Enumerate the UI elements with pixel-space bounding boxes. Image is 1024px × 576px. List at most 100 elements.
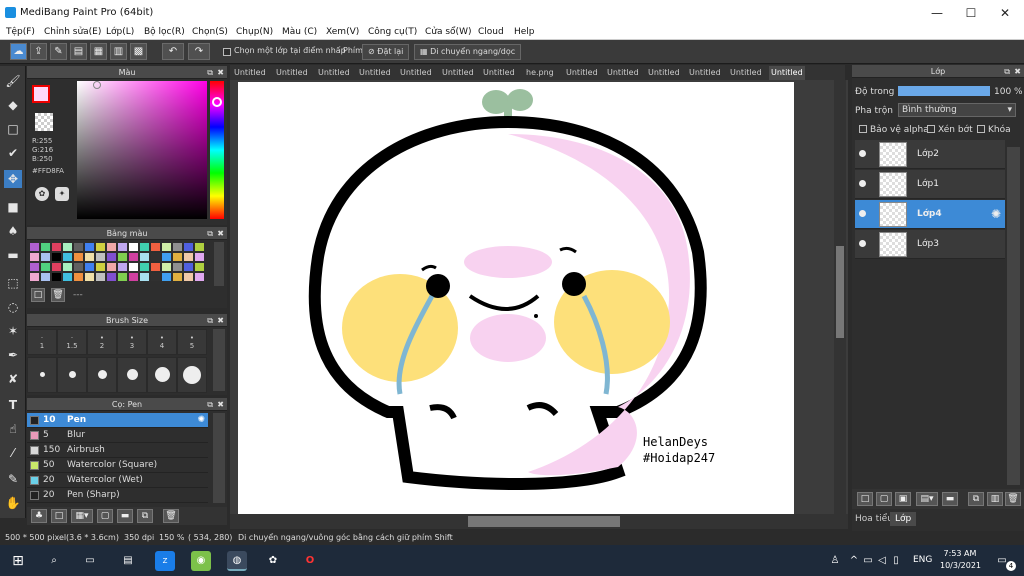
gear-icon[interactable]: ✺ xyxy=(197,413,205,427)
zalo-icon[interactable]: Z xyxy=(155,551,175,571)
battery-icon[interactable]: ▯ xyxy=(890,551,902,571)
brush-size-cell[interactable] xyxy=(177,357,207,393)
document-icon[interactable]: ▦ xyxy=(90,43,107,60)
new-document-icon[interactable]: ▤ xyxy=(70,43,87,60)
menu-edit[interactable]: Chỉnh sửa(E) xyxy=(44,27,101,37)
color-swatch[interactable] xyxy=(30,253,39,261)
color-swatch[interactable] xyxy=(96,253,105,261)
menu-cloud[interactable]: Cloud xyxy=(478,27,504,37)
duplicate-icon[interactable]: ⧉ xyxy=(137,509,153,523)
reset-button[interactable]: ⊘ Đặt lại xyxy=(362,44,410,60)
brush-size-cell[interactable] xyxy=(117,357,147,393)
color-swatch[interactable] xyxy=(63,243,72,251)
color-swatch[interactable] xyxy=(107,243,116,251)
horizontal-scrollbar[interactable] xyxy=(230,514,848,529)
dropper-tool-icon[interactable]: ⁄ xyxy=(4,444,22,462)
close-icon[interactable]: ✖ xyxy=(1014,65,1021,78)
hue-slider[interactable] xyxy=(210,81,224,219)
select-pen-icon[interactable]: ✒ xyxy=(4,346,22,364)
paint-icon[interactable]: ✿ xyxy=(263,551,283,571)
gear-icon[interactable]: ✺ xyxy=(991,207,1001,221)
menu-color[interactable]: Màu (C) xyxy=(282,27,317,37)
color-swatch[interactable] xyxy=(195,243,204,251)
redo-icon[interactable]: ↷ xyxy=(188,43,210,60)
tab-document[interactable]: Untitled xyxy=(398,66,434,80)
brush-list-scrollbar[interactable] xyxy=(213,413,225,503)
color-swatch[interactable] xyxy=(96,263,105,271)
brush-item[interactable]: 20 Watercolor (Wet) xyxy=(27,473,208,488)
color-swatch[interactable] xyxy=(162,273,171,281)
eraser-tool-icon[interactable]: ◆ xyxy=(4,96,22,114)
cloud-icon[interactable]: ☁ xyxy=(10,43,27,60)
menu-view[interactable]: Xem(V) xyxy=(326,27,359,37)
hand-tool-icon[interactable]: ✋ xyxy=(4,494,22,512)
brush-size-cell[interactable] xyxy=(57,357,87,393)
color-swatch[interactable] xyxy=(184,253,193,261)
color-swatch[interactable] xyxy=(96,243,105,251)
brush-tool-icon[interactable]: 🖌 xyxy=(4,72,22,90)
brush-add-menu-icon[interactable]: ▦▾ xyxy=(71,509,93,523)
brush-size-cell[interactable]: • 3 xyxy=(117,329,147,355)
hand-ctrl-icon[interactable]: ☝ xyxy=(4,420,22,438)
color-swatch[interactable] xyxy=(118,253,127,261)
color-swatch[interactable] xyxy=(162,243,171,251)
color-swatch[interactable] xyxy=(173,253,182,261)
color-swatch[interactable] xyxy=(85,263,94,271)
task-view-icon[interactable]: ▭ xyxy=(80,551,100,571)
tab-document[interactable]: Untitled xyxy=(481,66,517,80)
tab-document[interactable]: he.png xyxy=(524,66,556,80)
color-swatch[interactable] xyxy=(118,263,127,271)
text-tool-icon[interactable]: T xyxy=(4,396,22,414)
move-tool-icon[interactable]: ✥ xyxy=(4,170,22,188)
color-swatch[interactable] xyxy=(74,243,83,251)
eye-icon[interactable] xyxy=(859,210,866,217)
windows-start-icon[interactable]: ⊞ xyxy=(8,551,28,571)
brush-item[interactable]: 20 Pen (Sharp) xyxy=(27,488,208,503)
brush-size-cell[interactable] xyxy=(27,357,57,393)
popout-icon[interactable]: ⧉ xyxy=(207,314,213,327)
color-swatch[interactable] xyxy=(195,263,204,271)
color-swatch[interactable] xyxy=(151,263,160,271)
brush-size-scrollbar[interactable] xyxy=(213,329,225,391)
hue-cursor[interactable] xyxy=(212,97,222,107)
opera-icon[interactable]: O xyxy=(300,551,320,571)
color-swatch[interactable] xyxy=(85,273,94,281)
comment-icon[interactable]: ✎ xyxy=(50,43,67,60)
popout-icon[interactable]: ⧉ xyxy=(207,66,213,79)
layer-row[interactable]: Lớp2 xyxy=(855,140,1005,169)
color-swatch[interactable] xyxy=(151,273,160,281)
color-swatch[interactable] xyxy=(30,243,39,251)
color-swatch[interactable] xyxy=(74,273,83,281)
close-icon[interactable]: ✖ xyxy=(217,66,224,79)
popout-icon[interactable]: ⧉ xyxy=(207,398,213,411)
sv-cursor[interactable] xyxy=(93,81,101,89)
color-swatch[interactable] xyxy=(41,243,50,251)
gradient-tool-icon[interactable]: ▬ xyxy=(4,246,22,264)
language-indicator[interactable]: ENG xyxy=(913,555,932,565)
new-layer-color-icon[interactable]: ▢ xyxy=(876,492,892,506)
layer-scrollbar[interactable] xyxy=(1007,147,1020,485)
color-swatch[interactable] xyxy=(173,273,182,281)
folder-icon[interactable]: ▬ xyxy=(942,492,958,506)
color-swatch[interactable] xyxy=(96,273,105,281)
brush-size-cell[interactable]: · 1 xyxy=(27,329,57,355)
select-eraser-icon[interactable]: ✘ xyxy=(4,370,22,388)
brush-size-cell[interactable]: · 1.5 xyxy=(57,329,87,355)
color-swatch[interactable] xyxy=(107,263,116,271)
drawing-canvas[interactable]: HelanDeys #Hoidap247 xyxy=(238,82,794,514)
color-swatch[interactable] xyxy=(41,253,50,261)
color-swatch[interactable] xyxy=(173,263,182,271)
medibang-icon[interactable]: ◉ xyxy=(191,551,211,571)
color-swatch[interactable] xyxy=(74,263,83,271)
trash-icon[interactable]: 🗑 xyxy=(51,288,65,302)
color-swatch[interactable] xyxy=(151,243,160,251)
eye-icon[interactable] xyxy=(859,180,866,187)
lasso-icon[interactable]: ◌ xyxy=(4,298,22,316)
transparent-color-swatch[interactable] xyxy=(35,113,53,131)
close-icon[interactable]: ✖ xyxy=(217,398,224,411)
canvas-area[interactable]: HelanDeys #Hoidap247 xyxy=(230,80,848,514)
select-rect-icon[interactable]: ⬚ xyxy=(4,274,22,292)
eye-icon[interactable] xyxy=(859,240,866,247)
add-layer-menu-icon[interactable]: ▤▾ xyxy=(916,492,938,506)
tab-document[interactable]: Untitled xyxy=(564,66,600,80)
